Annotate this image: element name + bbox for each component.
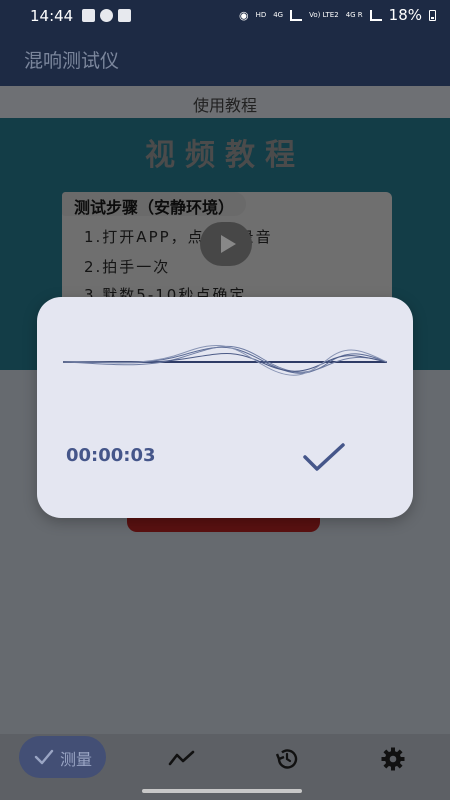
nav-measure-tab[interactable]: 测量 — [19, 736, 106, 778]
step-item: 2.拍手一次 — [84, 258, 171, 276]
waveform-visualizer — [63, 345, 387, 376]
steps-header: 测试步骤（安静环境） — [62, 192, 247, 217]
app-bar: 混响测试仪 — [0, 34, 450, 86]
tutorial-section-bar: 使用教程 — [0, 86, 450, 118]
battery-icon — [429, 9, 436, 21]
app-title: 混响测试仪 — [24, 50, 120, 72]
history-icon[interactable] — [274, 746, 300, 772]
home-indicator — [142, 789, 302, 793]
status-indicator-hd: HD — [255, 11, 267, 19]
status-indicator-4g: 4G — [273, 11, 284, 19]
nav-measure-label: 测量 — [60, 750, 93, 769]
checkbox-notification-icon — [118, 9, 131, 22]
status-indicator-volte: Vo) LTE2 — [309, 11, 339, 19]
status-indicator-4g-r: 4G R — [345, 11, 363, 19]
status-time: 14:44 — [30, 7, 74, 25]
check-icon — [34, 749, 54, 765]
trend-chart-icon[interactable] — [168, 749, 196, 767]
battery-percent: 18% — [388, 6, 422, 24]
status-bar: 14:44 ◉ HD 4G Vo) LTE2 4G R 18% — [0, 0, 450, 34]
confirm-button[interactable] — [299, 439, 349, 475]
recording-timer: 00:00:03 — [66, 445, 156, 466]
hotspot-icon: ◉ — [238, 8, 249, 22]
section-title: 使用教程 — [192, 96, 257, 115]
play-video-button[interactable] — [200, 222, 252, 266]
signal-icon — [290, 9, 303, 21]
chat-notification-icon — [100, 9, 113, 22]
video-title: 视频教程 — [145, 138, 305, 173]
recording-dialog: 00:00:03 — [37, 297, 413, 518]
notification-icons — [82, 9, 131, 22]
image-notification-icon — [82, 9, 95, 22]
gear-icon[interactable] — [380, 746, 406, 772]
signal-icon-2 — [369, 9, 382, 21]
status-right: ◉ HD 4G Vo) LTE2 4G R 18% — [239, 6, 436, 24]
check-icon — [303, 443, 345, 471]
